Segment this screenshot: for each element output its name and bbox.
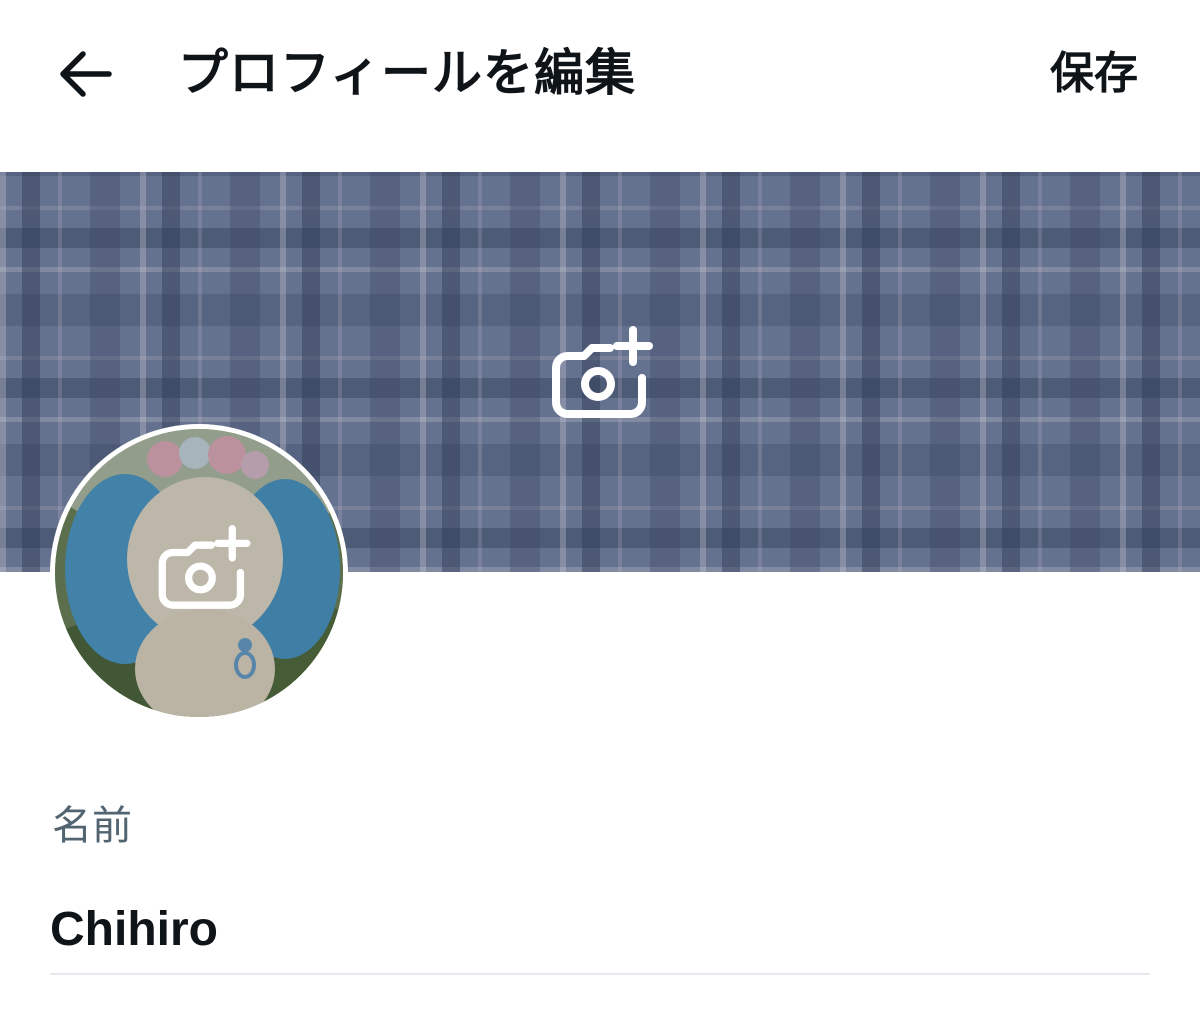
arrow-left-icon [60, 51, 112, 97]
avatar[interactable] [50, 424, 348, 722]
name-field[interactable]: 名前 Chihiro [50, 790, 1150, 980]
name-input[interactable]: Chihiro [50, 898, 218, 962]
camera-add-icon [158, 525, 251, 609]
header-bar: プロフィールを編集 保存 [0, 0, 1200, 150]
name-field-label: 名前 [52, 803, 132, 849]
back-button[interactable] [52, 44, 118, 104]
avatar-image [55, 429, 343, 717]
save-button[interactable]: 保存 [1050, 42, 1138, 106]
camera-add-icon [552, 326, 653, 418]
avatar-camera-button[interactable] [155, 521, 255, 613]
name-field-divider [50, 973, 1150, 975]
edit-profile-screen: プロフィールを編集 保存 名前 Chihiro [0, 0, 1200, 1015]
banner-camera-button[interactable] [548, 322, 658, 422]
page-title: プロフィールを編集 [178, 44, 636, 102]
